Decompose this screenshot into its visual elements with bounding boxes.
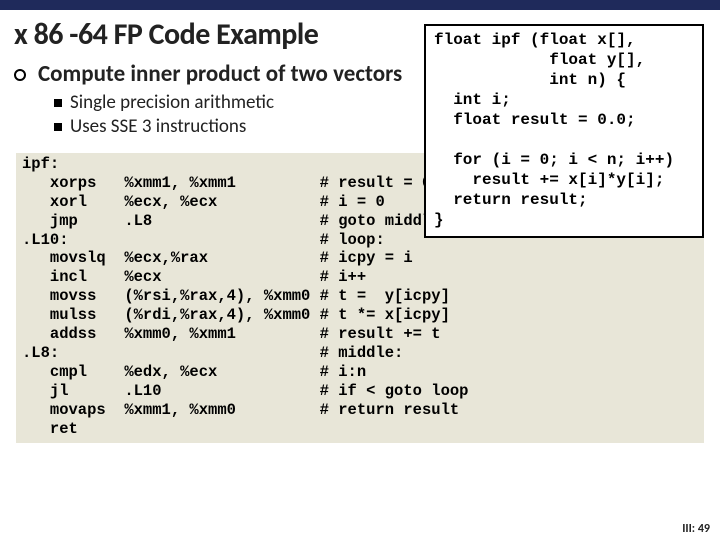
c-code-box: float ipf (float x[], float y[], int n) … — [424, 24, 704, 238]
slide-top-bar — [0, 0, 720, 10]
slide-number: III: 49 — [682, 522, 710, 536]
square-bullet-icon — [54, 123, 62, 131]
bullet-text: Compute inner product of two vectors — [38, 61, 402, 87]
square-bullet-icon — [54, 99, 62, 107]
slide-content: x 86 -64 FP Code Example Compute inner p… — [0, 10, 720, 139]
sub-bullet-label: Uses SSE 3 instructions — [70, 115, 246, 139]
sub-bullet-label: Single precision arithmetic — [70, 91, 274, 115]
hollow-circle-icon — [14, 69, 26, 81]
